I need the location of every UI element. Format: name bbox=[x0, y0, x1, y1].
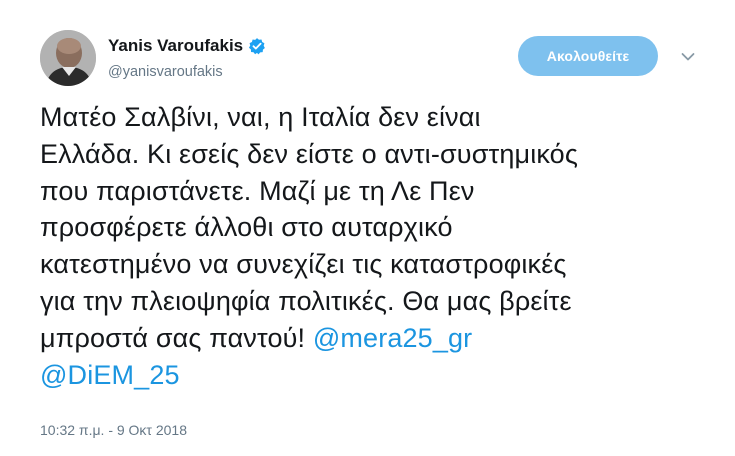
tweet-line-with-mention: μπροστά σας παντού! @mera25_gr bbox=[40, 320, 720, 357]
tweet-line: Ματέο Σαλβίνι, ναι, η Ιταλία δεν είναι bbox=[40, 102, 481, 132]
mention-link-mera25[interactable]: @mera25_gr bbox=[313, 323, 472, 353]
avatar[interactable] bbox=[40, 30, 96, 86]
tweet-line: που παριστάνετε. Μαζί με τη Λε Πεν bbox=[40, 175, 475, 206]
tweet-line: για την πλειοψηφία πολιτικές. Θα μας βρε… bbox=[40, 285, 572, 316]
chevron-down-icon bbox=[681, 53, 695, 61]
tweet-line: προσφέρετε άλλοθι στο αυταρχικό bbox=[40, 212, 453, 243]
tweet-menu-button[interactable] bbox=[675, 44, 701, 70]
following-button[interactable]: Ακολουθείτε bbox=[518, 36, 658, 76]
tweet-text: Ματέο Σαλβίνι, ναι, η Ιταλία δεν είναι Ε… bbox=[40, 99, 720, 393]
tweet-line: Ελλάδα. Κι εσείς δεν είστε ο αντι-συστημ… bbox=[40, 138, 578, 169]
author-handle[interactable]: @yanisvaroufakis bbox=[108, 62, 223, 82]
tweet-line-mention: @DiEM_25 bbox=[40, 357, 720, 394]
verified-badge-icon bbox=[248, 37, 266, 55]
tweet-line-text: μπροστά σας παντού! bbox=[40, 322, 313, 353]
tweet-line: κατεστημένο να συνεχίζει τις καταστροφικ… bbox=[40, 249, 567, 280]
display-name[interactable]: Yanis Varoufakis bbox=[108, 35, 243, 57]
profile-photo bbox=[40, 30, 96, 86]
author-name-row[interactable]: Yanis Varoufakis bbox=[108, 34, 266, 58]
mention-link-diem25[interactable]: @DiEM_25 bbox=[40, 360, 180, 390]
tweet-timestamp[interactable]: 10:32 π.μ. - 9 Οκτ 2018 bbox=[40, 420, 187, 440]
